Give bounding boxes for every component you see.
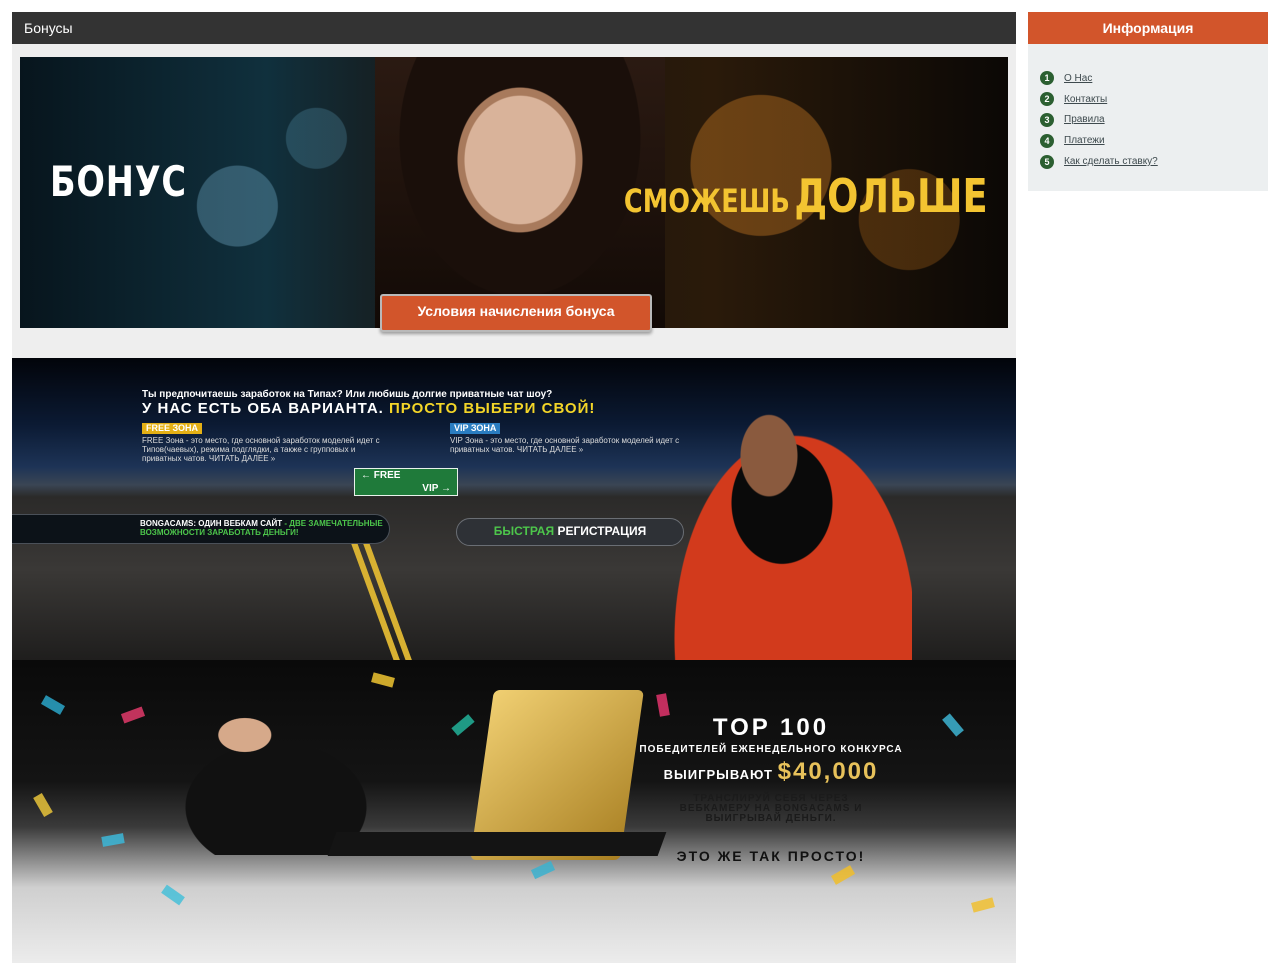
free-zone-tag: FREE ЗОНА: [142, 423, 203, 434]
confetti-decoration: [830, 865, 856, 885]
bonus-slogan-big: ДОЛЬШЕ: [794, 169, 988, 223]
headline-text: У НАС ЕСТЬ ОБА ВАРИАНТА.: [142, 400, 384, 417]
number-badge: 4: [1040, 133, 1054, 148]
sidebar-item-how-to-bet[interactable]: 5 Как сделать ставку?: [1040, 151, 1268, 172]
banner-portrait-image: [375, 57, 665, 328]
bonus-slogan-small: СМОЖЕШЬ: [624, 182, 791, 220]
top100-text-block: TOP 100 ПОБЕДИТЕЛЕЙ ЕЖЕНЕДЕЛЬНОГО КОНКУР…: [12, 714, 1016, 864]
top100-contest-banner[interactable]: TOP 100 ПОБЕДИТЕЛЕЙ ЕЖЕНЕДЕЛЬНОГО КОНКУР…: [12, 660, 1016, 963]
sidebar-link-rules[interactable]: Правила: [1064, 114, 1105, 125]
top100-subtitle: ПОБЕДИТЕЛЕЙ ЕЖЕНЕДЕЛЬНОГО КОНКУРСА: [639, 744, 903, 755]
pill-text: BONGACAMS: ОДИН ВЕБКАМ САЙТ: [140, 519, 283, 528]
sign-free: ← FREE: [361, 470, 401, 481]
vip-zone-tag: VIP ЗОНА: [450, 423, 501, 434]
bonus-banner-slogan: СМОЖЕШЬ ДОЛЬШЕ: [624, 169, 988, 223]
sidebar-item-payments[interactable]: 4 Платежи: [1040, 130, 1268, 151]
confetti-decoration: [161, 884, 185, 906]
vip-zone-text: VIP Зона - это место, где основной зараб…: [450, 436, 680, 454]
confetti-decoration: [971, 897, 995, 913]
top100-stream-text: ТРАНСЛИРУЙ СЕБЯ ЧЕРЕЗ ВЕБКАМЕРУ НА BONGA…: [679, 793, 863, 824]
sidebar-info-list: 1 О Нас 2 Контакты 3 Правила 4 Платежи 5…: [1028, 44, 1268, 191]
free-zone-text: FREE Зона - это место, где основной зара…: [142, 436, 380, 463]
road-banner-question: Ты предпочитаешь заработок на Типах? Или…: [142, 389, 553, 400]
number-badge: 2: [1040, 92, 1054, 107]
sidebar-link-about[interactable]: О Нас: [1064, 73, 1092, 84]
reg-white-text: РЕГИСТРАЦИЯ: [557, 524, 647, 538]
sidebar-link-contacts[interactable]: Контакты: [1064, 94, 1107, 105]
headline-highlight: ПРОСТО ВЫБЕРИ СВОЙ!: [389, 400, 596, 417]
bonus-banner-word: БОНУС: [50, 157, 187, 206]
sidebar-item-contacts[interactable]: 2 Контакты: [1040, 89, 1268, 110]
reg-green-text: БЫСТРАЯ: [493, 524, 555, 538]
prize-amount: $40,000: [777, 758, 879, 785]
sidebar-item-rules[interactable]: 3 Правила: [1040, 110, 1268, 131]
sidebar-link-payments[interactable]: Платежи: [1064, 135, 1105, 146]
sidebar-title: Информация: [1028, 12, 1268, 44]
sidebar-item-about[interactable]: 1 О Нас: [1040, 68, 1268, 89]
free-vip-banner[interactable]: Ты предпочитаешь заработок на Типах? Или…: [12, 358, 1016, 660]
free-vip-road-sign: ← FREE VIP →: [354, 468, 458, 496]
top100-win-line: ВЫИГРЫВАЮТ $40,000: [526, 758, 1016, 786]
number-badge: 5: [1040, 154, 1054, 169]
page-title: Бонусы: [12, 12, 1016, 44]
sidebar-link-how-to-bet[interactable]: Как сделать ставку?: [1064, 156, 1158, 167]
confetti-decoration: [371, 672, 395, 688]
sign-vip: VIP →: [422, 483, 451, 494]
number-badge: 1: [1040, 71, 1054, 86]
number-badge: 3: [1040, 112, 1054, 127]
top100-title: TOP 100: [712, 714, 830, 741]
top100-easy-text: ЭТО ЖЕ ТАК ПРОСТО!: [676, 848, 866, 864]
bonus-section: БОНУС СМОЖЕШЬ ДОЛЬШЕ Условия начисления …: [12, 44, 1016, 358]
bonus-terms-button[interactable]: Условия начисления бонуса: [380, 294, 652, 332]
bongacams-slogan-pill: BONGACAMS: ОДИН ВЕБКАМ САЙТ - ДВЕ ЗАМЕЧА…: [12, 514, 390, 544]
bonus-banner[interactable]: БОНУС СМОЖЕШЬ ДОЛЬШЕ: [20, 57, 1008, 328]
win-label: ВЫИГРЫВАЮТ: [663, 767, 773, 782]
confetti-decoration: [40, 695, 66, 715]
quick-registration-button[interactable]: БЫСТРАЯ РЕГИСТРАЦИЯ: [456, 518, 684, 546]
road-banner-headline: У НАС ЕСТЬ ОБА ВАРИАНТА. ПРОСТО ВЫБЕРИ С…: [142, 400, 595, 417]
